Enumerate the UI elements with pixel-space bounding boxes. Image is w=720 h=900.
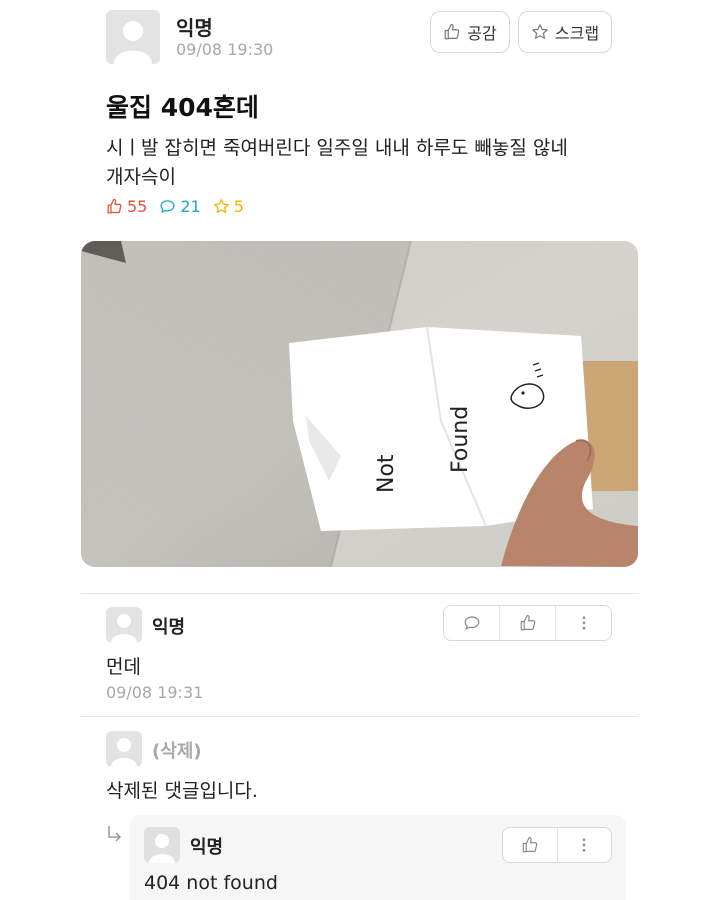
reply-text: 404 not found xyxy=(144,872,278,894)
post-title: 울집 404혼데 xyxy=(106,93,259,122)
avatar xyxy=(106,731,142,767)
thumbs-up-icon xyxy=(520,614,535,631)
star-icon xyxy=(213,199,229,214)
scrap-count: 5 xyxy=(213,197,244,216)
comments-divider xyxy=(81,593,638,594)
reply-author: 익명 xyxy=(190,837,224,858)
speech-bubble-icon xyxy=(464,616,479,630)
comment-actions xyxy=(443,605,612,641)
post-timestamp: 09/08 19:30 xyxy=(176,40,274,59)
note-text-found: Found xyxy=(448,406,473,473)
comment-like-button[interactable] xyxy=(499,606,555,640)
avatar xyxy=(106,607,142,643)
reply-more-options-button[interactable] xyxy=(556,828,612,862)
deleted-comment-text: 삭제된 댓글입니다. xyxy=(106,780,258,802)
like-count-value: 55 xyxy=(127,197,148,216)
reply-actions xyxy=(502,827,612,863)
more-vertical-icon xyxy=(582,838,586,852)
reply-arrow-icon xyxy=(105,824,125,844)
comment-count-value: 21 xyxy=(180,197,201,216)
comment-timestamp: 09/08 19:31 xyxy=(106,683,204,702)
comment-count: 21 xyxy=(159,197,201,216)
thumbs-up-icon xyxy=(522,836,538,853)
thumbs-up-icon xyxy=(444,23,460,40)
like-count: 55 xyxy=(106,197,147,216)
like-button-label: 공감 xyxy=(467,24,497,43)
comment-divider xyxy=(81,716,638,717)
comment-text: 먼데 xyxy=(106,656,141,678)
deleted-comment-author: (삭제) xyxy=(152,741,202,762)
post-body-line-1: 시ㅣ발 잡히면 죽여버린다 일주일 내내 하루도 빼놓질 않네 xyxy=(106,137,568,159)
thumbs-up-icon xyxy=(107,198,122,214)
post-body-line-2: 개자슥이 xyxy=(106,166,176,188)
more-vertical-icon xyxy=(582,616,585,630)
avatar xyxy=(144,827,180,863)
post-stats: 55 21 5 xyxy=(106,197,244,216)
scrap-button[interactable]: 스크랩 xyxy=(518,11,612,53)
note-text-not: Not xyxy=(374,454,399,493)
reply-like-button[interactable] xyxy=(503,828,557,862)
scrap-count-value: 5 xyxy=(233,197,244,216)
scrap-button-label: 스크랩 xyxy=(554,24,600,43)
speech-bubble-icon xyxy=(160,200,175,213)
post-photo[interactable]: Not Found xyxy=(81,241,638,567)
reply-button[interactable] xyxy=(444,606,499,640)
more-options-button[interactable] xyxy=(555,606,611,640)
post-author: 익명 xyxy=(176,16,213,40)
comment-author: 익명 xyxy=(152,617,186,638)
avatar xyxy=(106,10,160,64)
star-icon xyxy=(532,24,548,39)
like-button[interactable]: 공감 xyxy=(430,11,510,53)
